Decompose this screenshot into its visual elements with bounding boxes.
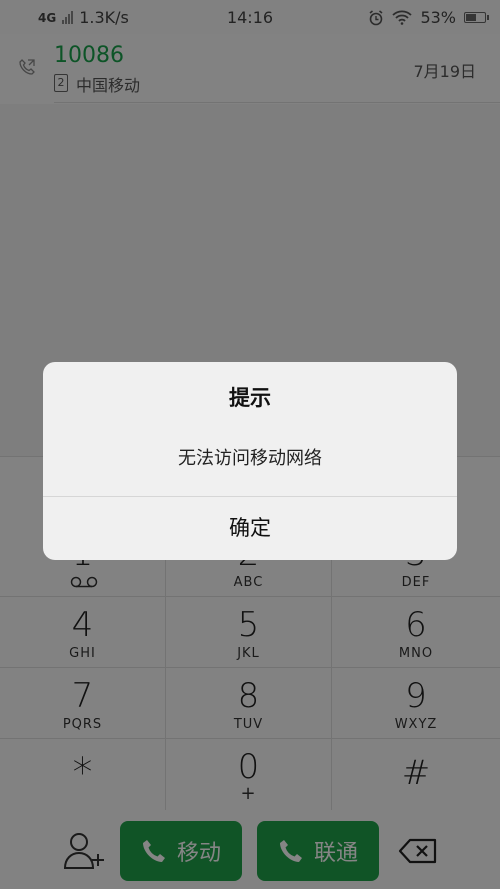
dialog-message: 无法访问移动网络 bbox=[178, 448, 322, 469]
alert-dialog: 提示 无法访问移动网络 确定 bbox=[43, 362, 457, 560]
confirm-button[interactable]: 确定 bbox=[43, 497, 457, 560]
dialog-title: 提示 bbox=[229, 386, 271, 410]
